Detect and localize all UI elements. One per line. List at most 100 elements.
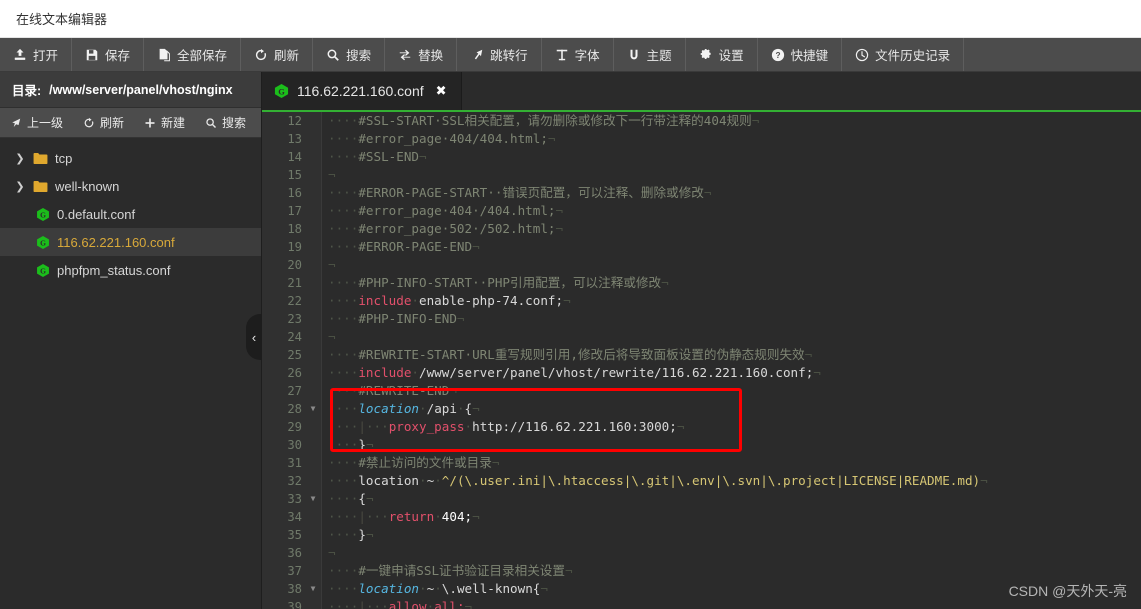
line-content: ····|···proxy_pass·http://116.62.221.160… xyxy=(328,419,685,434)
code-line: 29 ····|···proxy_pass·http://116.62.221.1… xyxy=(262,418,1141,436)
line-number: 23 xyxy=(287,312,302,326)
save-icon xyxy=(85,48,99,62)
line-content: ····{¬ xyxy=(328,491,374,506)
line-number: 34 xyxy=(287,510,302,524)
toolbar-item-label: 主题 xyxy=(646,49,672,63)
code-line: 37 ····#一键申请SSL证书验证目录相关设置¬ xyxy=(262,562,1141,580)
code-line: 27 ····#REWRITE-END¬ xyxy=(262,382,1141,400)
line-content: ····#SSL-END¬ xyxy=(328,149,427,164)
toolbar-item-label: 快捷键 xyxy=(790,49,829,63)
code-line: 28 ▼ ····location·/api·{¬ xyxy=(262,400,1141,418)
editor-tabstrip: G 116.62.221.160.conf ✖ xyxy=(262,72,1141,112)
toolbar-item-refresh[interactable]: 刷新 xyxy=(241,38,314,71)
tree-file-row[interactable]: G 0.default.conf xyxy=(0,200,261,228)
line-number: 22 xyxy=(287,294,302,308)
chevron-right-icon[interactable]: ❯ xyxy=(14,180,26,193)
line-number: 27 xyxy=(287,384,302,398)
line-number: 20 xyxy=(287,258,302,272)
main-toolbar: 打开 保存 全部保存 刷新 搜索 替换 跳转行 字体 主题 设置? 快捷键 文件历史记录 xyxy=(0,38,1141,72)
code-line: 30 ····}¬ xyxy=(262,436,1141,454)
line-number: 33 xyxy=(287,492,302,506)
toolbar-item-save-all[interactable]: 全部保存 xyxy=(144,38,242,71)
line-content: ····#ERROR-PAGE-START··错误页配置，可以注释、删除或修改¬ xyxy=(328,185,712,200)
tree-item-label: 0.default.conf xyxy=(57,206,136,222)
tab-label: 116.62.221.160.conf xyxy=(297,83,424,99)
line-number: 39 xyxy=(287,600,302,609)
toolbar-item-gear[interactable]: 设置 xyxy=(686,38,758,71)
sidebar-action-search[interactable]: 搜索 xyxy=(195,108,256,137)
code-lines: 12 ····#SSL-START·SSL相关配置，请勿删除或修改下一行带注释的4… xyxy=(262,112,1141,609)
line-content: ····#error_page·404/404.html;¬ xyxy=(328,131,556,146)
fold-marker[interactable]: ▼ xyxy=(306,580,320,598)
tab-116-62-221-160-conf[interactable]: G 116.62.221.160.conf ✖ xyxy=(262,72,462,110)
toolbar-item-goto-line[interactable]: 跳转行 xyxy=(457,38,542,71)
line-number: 35 xyxy=(287,528,302,542)
line-content: ····}¬ xyxy=(328,527,374,542)
line-content: ····|···return·404;¬ xyxy=(328,509,480,524)
tree-file-row[interactable]: G 116.62.221.160.conf xyxy=(0,228,261,256)
sidebar-collapse-handle[interactable]: ‹ xyxy=(246,314,262,360)
font-icon xyxy=(555,48,569,62)
toolbar-item-upload[interactable]: 打开 xyxy=(0,38,73,71)
sidebar-action-label: 刷新 xyxy=(100,116,125,130)
tree-folder-row[interactable]: ❯ tcp xyxy=(0,144,261,172)
toolbar-item-label: 全部保存 xyxy=(177,49,228,63)
line-number: 13 xyxy=(287,132,302,146)
chevron-left-icon: ‹ xyxy=(251,329,257,345)
code-line: 31 ····#禁止访问的文件或目录¬ xyxy=(262,454,1141,472)
fold-marker[interactable]: ▼ xyxy=(306,490,320,508)
nginx-icon: G xyxy=(36,235,50,250)
line-number: 12 xyxy=(287,114,302,128)
sidebar-action-arrow-up[interactable]: 上一级 xyxy=(0,108,73,137)
sidebar-action-label: 上一级 xyxy=(27,116,64,130)
toolbar-item-clock[interactable]: 文件历史记录 xyxy=(842,38,965,71)
tree-file-row[interactable]: Gphpfpm_status.conf xyxy=(0,256,261,284)
line-content: ····include·enable-php-74.conf;¬ xyxy=(328,293,571,308)
code-line: 15 ¬ xyxy=(262,166,1141,184)
code-line: 26 ····include·/www/server/panel/vhost/re… xyxy=(262,364,1141,382)
line-content: ····location·~·^/(\.user.ini|\.htaccess|… xyxy=(328,473,988,488)
tree-folder-row[interactable]: ❯ well-known xyxy=(0,172,261,200)
toolbar-item-label: 刷新 xyxy=(274,49,300,63)
chevron-right-icon[interactable]: ❯ xyxy=(14,152,26,165)
close-icon[interactable]: ✖ xyxy=(436,83,447,99)
theme-icon xyxy=(627,48,641,62)
line-number: 37 xyxy=(287,564,302,578)
line-content: ····#禁止访问的文件或目录¬ xyxy=(328,455,500,470)
toolbar-item-label: 文件历史记录 xyxy=(875,49,951,63)
code-editor[interactable]: 12 ····#SSL-START·SSL相关配置，请勿删除或修改下一行带注释的4… xyxy=(262,112,1141,609)
fold-marker[interactable]: ▼ xyxy=(306,400,320,418)
toolbar-item-font[interactable]: 字体 xyxy=(542,38,614,71)
toolbar-item-help[interactable]: ? 快捷键 xyxy=(758,38,843,71)
code-line: 33 ▼ ····{¬ xyxy=(262,490,1141,508)
code-line: 13 ····#error_page·404/404.html;¬ xyxy=(262,130,1141,148)
refresh-icon xyxy=(254,48,268,62)
search-icon xyxy=(205,117,217,129)
line-content: ····#PHP-INFO-END¬ xyxy=(328,311,465,326)
toolbar-item-label: 字体 xyxy=(574,49,600,63)
toolbar-item-replace[interactable]: 替换 xyxy=(385,38,458,71)
toolbar-item-theme[interactable]: 主题 xyxy=(614,38,686,71)
folder-icon xyxy=(33,152,48,165)
line-content: ····#error_page·502·/502.html;¬ xyxy=(328,221,564,236)
code-line: 34 ····|···return·404;¬ xyxy=(262,508,1141,526)
goto-line-icon xyxy=(470,48,484,62)
arrow-up-icon xyxy=(10,117,22,129)
sidebar-action-refresh[interactable]: 刷新 xyxy=(73,108,134,137)
line-number: 24 xyxy=(287,330,302,344)
line-number: 19 xyxy=(287,240,302,254)
line-number: 17 xyxy=(287,204,302,218)
code-line: 22 ····include·enable-php-74.conf;¬ xyxy=(262,292,1141,310)
code-line: 17 ····#error_page·404·/404.html;¬ xyxy=(262,202,1141,220)
line-content: ¬ xyxy=(328,329,336,344)
line-number: 21 xyxy=(287,276,302,290)
sidebar-action-plus[interactable]: 新建 xyxy=(134,108,195,137)
toolbar-item-save[interactable]: 保存 xyxy=(72,38,145,71)
svg-text:G: G xyxy=(40,238,46,247)
line-content: ¬ xyxy=(328,257,336,272)
file-tree: ❯ tcp ❯ well-known G 0.default.conf G 116.62.22… xyxy=(0,138,261,609)
toolbar-item-search[interactable]: 搜索 xyxy=(313,38,386,71)
line-content: ····#REWRITE-START·URL重写规则引用,修改后将导致面板设置的… xyxy=(328,347,813,362)
plus-icon xyxy=(144,117,156,129)
line-content: ····#SSL-START·SSL相关配置，请勿删除或修改下一行带注释的404… xyxy=(328,113,760,128)
